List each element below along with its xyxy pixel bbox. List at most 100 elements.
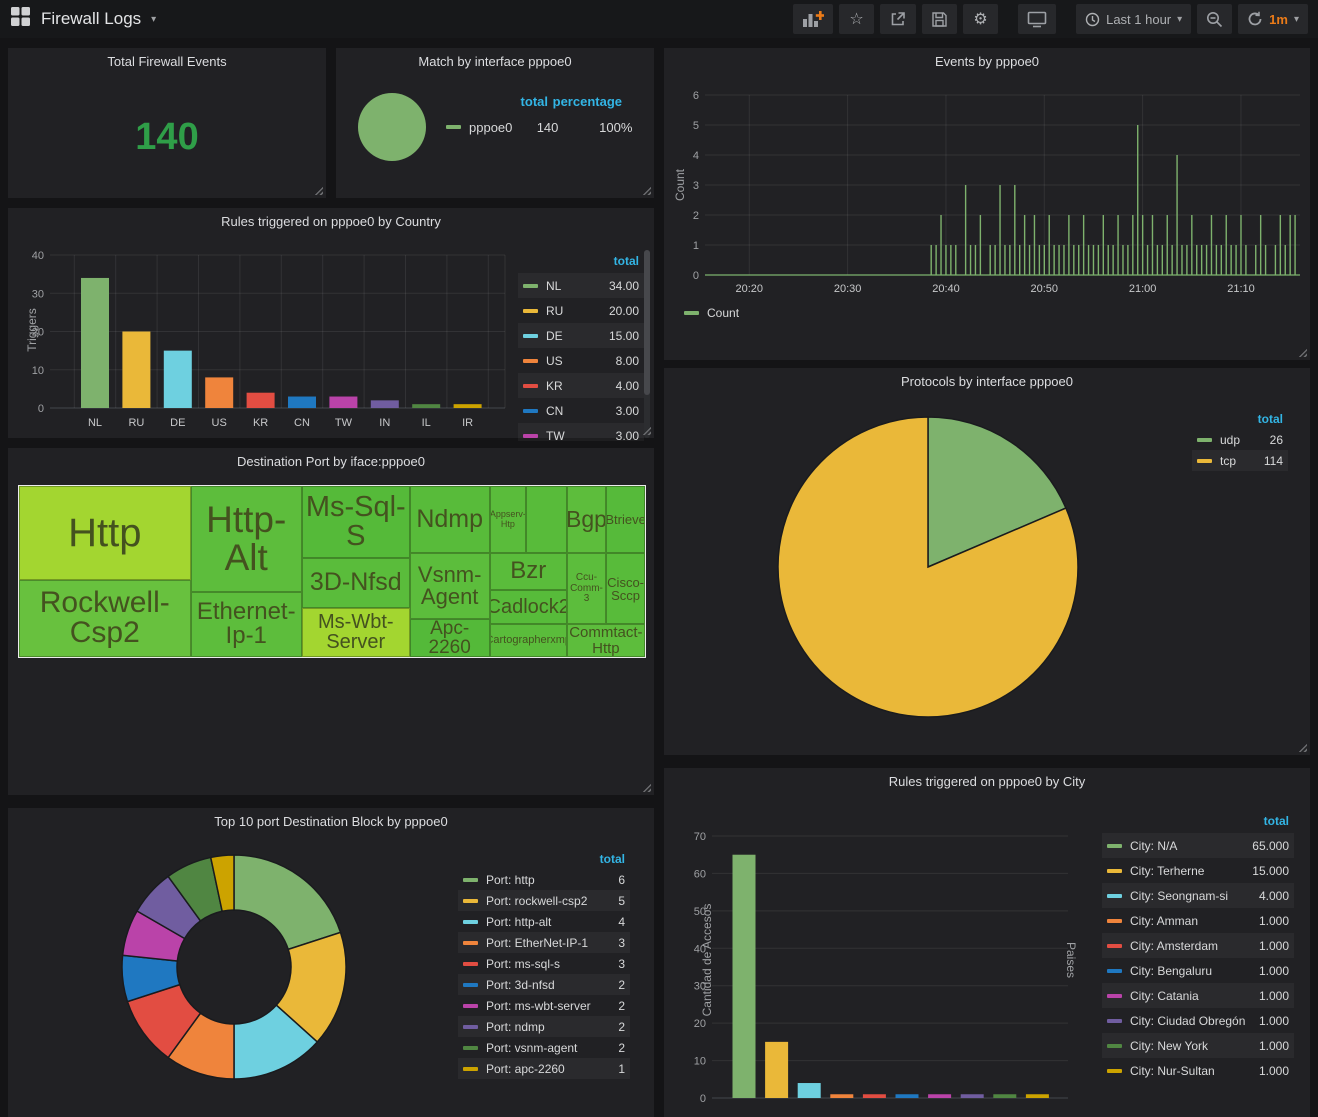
legend-item-label[interactable]: City: Amsterdam — [1130, 939, 1249, 953]
legend-item-label[interactable]: US — [546, 354, 606, 368]
bar-IL[interactable] — [412, 404, 440, 408]
panel-resize-handle[interactable] — [1298, 348, 1307, 357]
bar-IN[interactable] — [371, 400, 399, 408]
bar-NL[interactable] — [81, 278, 109, 408]
bar-9[interactable] — [1026, 1094, 1049, 1098]
panel-resize-handle[interactable] — [1298, 743, 1307, 752]
bar-3[interactable] — [830, 1094, 853, 1098]
bar-4[interactable] — [863, 1094, 886, 1098]
panel-title[interactable]: Destination Port by iface:pppoe0 — [8, 454, 654, 469]
legend-item-label[interactable]: Port: rockwell-csp2 — [486, 894, 608, 908]
legend-item: Port: apc-22601 — [458, 1058, 630, 1079]
time-range-picker[interactable]: Last 1 hour ▾ — [1076, 4, 1191, 34]
pie-slice-pppoe0[interactable] — [358, 93, 426, 161]
treemap-cell-Vsnm-Agent[interactable]: Vsnm-Agent — [410, 553, 490, 619]
time-series-chart[interactable]: 012345620:2020:3020:4020:5021:0021:10 — [664, 48, 1310, 360]
bar-DE[interactable] — [164, 351, 192, 408]
treemap-cell-3D-Nfsd[interactable]: 3D-Nfsd — [302, 558, 410, 607]
treemap-cell-Ndmp[interactable]: Ndmp — [410, 486, 490, 553]
bar-6[interactable] — [928, 1094, 951, 1098]
treemap-cell-Appserv-Htp[interactable]: Appserv-Htp — [490, 486, 526, 553]
legend-item-label[interactable]: DE — [546, 329, 599, 343]
treemap-cell-Http-Alt[interactable]: Http-Alt — [191, 486, 302, 592]
legend-scrollbar[interactable] — [644, 250, 650, 438]
legend-item-label[interactable]: Port: apc-2260 — [486, 1062, 608, 1076]
zoom-out-button[interactable] — [1197, 4, 1232, 34]
legend-item-label[interactable]: City: Terherne — [1130, 864, 1242, 878]
legend-item-label[interactable]: Port: 3d-nfsd — [486, 978, 608, 992]
svg-text:IL: IL — [422, 417, 431, 429]
legend-color-dash — [463, 962, 478, 966]
treemap-cell-Btrieve[interactable]: Btrieve — [606, 486, 645, 553]
chevron-down-icon[interactable]: ▾ — [151, 14, 156, 25]
legend-color-dash — [523, 434, 538, 438]
apps-grid-icon[interactable] — [10, 6, 31, 32]
share-button[interactable] — [880, 4, 916, 34]
bar-KR[interactable] — [247, 393, 275, 408]
legend-item-label[interactable]: Port: ms-wbt-server — [486, 999, 608, 1013]
treemap-cell-Ethernet-Ip-1[interactable]: Ethernet-Ip-1 — [191, 592, 302, 657]
pie-slice-Port: http[interactable] — [234, 855, 341, 949]
legend-item-label[interactable]: Port: http-alt — [486, 915, 608, 929]
legend-item-label[interactable]: City: Ciudad Obregón — [1130, 1014, 1249, 1028]
treemap-cell-Apc-2260[interactable]: Apc-2260 — [410, 619, 490, 657]
dashboard-title[interactable]: Firewall Logs — [41, 9, 141, 29]
treemap-cell-Cisco-Sccp[interactable]: Cisco-Sccp — [606, 553, 645, 624]
treemap-cell-Http[interactable]: Http — [19, 486, 191, 580]
legend-item-label[interactable]: City: Nur-Sultan — [1130, 1064, 1249, 1078]
bar-1[interactable] — [765, 1042, 788, 1098]
legend-item-label[interactable]: Port: vsnm-agent — [486, 1041, 608, 1055]
legend-item-label[interactable]: City: N/A — [1130, 839, 1242, 853]
settings-button[interactable]: ⚙ — [963, 4, 998, 34]
legend-item-label[interactable]: udp — [1220, 433, 1260, 447]
tv-mode-button[interactable] — [1018, 4, 1056, 34]
legend-item-label[interactable]: City: New York — [1130, 1039, 1249, 1053]
legend-item-label[interactable]: pppoe0 — [469, 120, 512, 135]
treemap-cell-Cartographerxmp[interactable]: Cartographerxmp — [490, 624, 567, 657]
treemap-cell-Commtact-Http[interactable]: Commtact-Http — [567, 624, 645, 657]
treemap-cell-Ccu-Comm-3[interactable]: Ccu-Comm-3 — [567, 553, 606, 624]
treemap-chart[interactable]: HttpRockwell-Csp2Http-AltEthernet-Ip-1Ms… — [18, 485, 646, 658]
legend-item-label[interactable]: tcp — [1220, 454, 1254, 468]
star-button[interactable]: ☆ — [839, 4, 874, 34]
legend-item-label[interactable]: TW — [546, 429, 606, 442]
treemap-cell-Rockwell-Csp2[interactable]: Rockwell-Csp2 — [19, 580, 191, 657]
bar-IR[interactable] — [454, 404, 482, 408]
panel-resize-handle[interactable] — [314, 186, 323, 195]
treemap-cell-Ms-Sql-S[interactable]: Ms-Sql-S — [302, 486, 410, 558]
treemap-cell-Cadlock2[interactable]: Cadlock2 — [490, 590, 567, 625]
bar-8[interactable] — [993, 1094, 1016, 1098]
panel-resize-handle[interactable] — [642, 186, 651, 195]
panel-resize-handle[interactable] — [642, 426, 651, 435]
bar-2[interactable] — [798, 1083, 821, 1098]
panel-title[interactable]: Total Firewall Events — [8, 54, 326, 69]
legend-item-label[interactable]: CN — [546, 404, 606, 418]
legend-item-label[interactable]: City: Catania — [1130, 989, 1249, 1003]
bar-RU[interactable] — [122, 332, 150, 409]
panel-resize-handle[interactable] — [642, 783, 651, 792]
bar-7[interactable] — [961, 1094, 984, 1098]
bar-TW[interactable] — [329, 397, 357, 408]
legend-item-label[interactable]: KR — [546, 379, 606, 393]
legend-item-label[interactable]: Count — [707, 306, 739, 320]
treemap-cell-blank[interactable] — [526, 486, 567, 553]
legend-item-label[interactable]: Port: EtherNet-IP-1 — [486, 936, 608, 950]
bar-5[interactable] — [896, 1094, 919, 1098]
legend-item-label[interactable]: NL — [546, 279, 599, 293]
legend-item-label[interactable]: City: Amman — [1130, 914, 1249, 928]
bar-US[interactable] — [205, 377, 233, 408]
bar-0[interactable] — [733, 855, 756, 1098]
legend-item-label[interactable]: Port: ndmp — [486, 1020, 608, 1034]
legend-item-label[interactable]: City: Seongnam-si — [1130, 889, 1249, 903]
save-button[interactable] — [922, 4, 957, 34]
bar-CN[interactable] — [288, 397, 316, 408]
legend-item-label[interactable]: Port: http — [486, 873, 608, 887]
legend-item-label[interactable]: RU — [546, 304, 599, 318]
add-panel-button[interactable] — [793, 4, 833, 34]
treemap-cell-Bzr[interactable]: Bzr — [490, 553, 567, 590]
treemap-cell-Bgp[interactable]: Bgp — [567, 486, 606, 553]
treemap-cell-Ms-Wbt-Server[interactable]: Ms-Wbt-Server — [302, 608, 410, 657]
legend-item-label[interactable]: City: Bengaluru — [1130, 964, 1249, 978]
refresh-button[interactable]: 1m ▾ — [1238, 4, 1308, 34]
legend-item-label[interactable]: Port: ms-sql-s — [486, 957, 608, 971]
